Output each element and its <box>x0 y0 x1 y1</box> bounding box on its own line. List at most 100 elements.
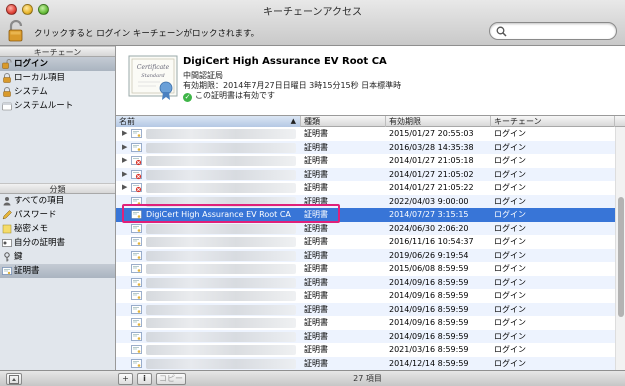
row-kind: 証明書 <box>304 237 328 246</box>
sidebar-item-label: 自分の証明書 <box>14 238 66 248</box>
table-row[interactable]: ▶ 証明書 2014/01/27 21:05:02 ログイン <box>116 167 615 182</box>
row-expires: 2014/09/16 8:59:59 <box>389 291 469 300</box>
redacted-name <box>146 129 296 139</box>
disclosure-triangle-icon[interactable]: ▶ <box>122 127 127 141</box>
bottom-bar: + i コピー 27 項目 <box>0 370 625 386</box>
redacted-name <box>146 250 296 261</box>
sidebar-item-all-items[interactable]: すべての項目 <box>0 194 115 208</box>
table-body: ▶ 証明書 2015/01/27 20:55:03 ログイン ▶ 証明書 2016/03/2… <box>116 127 615 370</box>
column-header-kind[interactable]: 種類 <box>301 116 386 127</box>
row-keychain: ログイン <box>494 358 526 368</box>
certificate-icon <box>131 129 142 139</box>
my-cert-icon <box>2 239 12 247</box>
redacted-name <box>146 331 296 342</box>
table-header: 名前 ▲ 種類 有効期限 キーチェーン <box>116 116 625 127</box>
sidebar-item-label: システムルート <box>14 101 74 111</box>
table-row[interactable]: ▶ 証明書 2016/03/28 14:35:38 ログイン <box>116 140 615 155</box>
certificate-icon <box>131 291 142 301</box>
sidebar-item-label: システム <box>14 87 48 97</box>
sidebar-item-secure-notes[interactable]: 秘密メモ <box>0 222 115 236</box>
certificate-icon <box>131 358 142 369</box>
certificate-invalid-icon <box>131 156 142 166</box>
table-row[interactable]: 証明書 2014/09/16 8:59:59 ログイン <box>116 316 615 330</box>
row-expires: 2015/06/08 8:59:59 <box>389 264 469 273</box>
table-row[interactable]: 証明書 2024/06/30 2:06:20 ログイン <box>116 221 615 235</box>
table-row[interactable]: 証明書 2014/09/16 8:59:59 ログイン <box>116 275 615 289</box>
row-keychain: ログイン <box>494 237 526 246</box>
table-row[interactable]: 証明書 2014/12/14 8:59:59 ログイン <box>116 356 615 370</box>
sidebar-item-label: 鍵 <box>14 252 23 262</box>
row-expires: 2014/01/27 21:05:22 <box>389 183 474 192</box>
row-kind: 証明書 <box>304 264 328 273</box>
lock-icon[interactable] <box>8 19 26 42</box>
sidebar-item-label: すべての項目 <box>14 196 65 206</box>
sidebar-item-certificates[interactable]: 証明書 <box>0 264 115 278</box>
row-keychain: ログイン <box>494 223 526 233</box>
scrollbar-thumb[interactable] <box>618 197 624 317</box>
table-row[interactable]: 証明書 2014/09/16 8:59:59 ログイン <box>116 302 615 316</box>
check-icon: ✓ <box>183 93 192 102</box>
sort-ascending-icon: ▲ <box>290 117 296 125</box>
disclosure-triangle-icon[interactable]: ▶ <box>122 168 127 182</box>
row-expires: 2014/01/27 21:05:18 <box>389 156 474 165</box>
row-kind: 証明書 <box>304 291 328 300</box>
column-header-name[interactable]: 名前 ▲ <box>116 116 301 127</box>
row-keychain: ログイン <box>494 142 526 152</box>
search-input[interactable] <box>489 22 617 40</box>
row-expires: 2016/03/28 14:35:38 <box>389 142 474 152</box>
certificate-icon <box>131 237 142 247</box>
row-keychain: ログイン <box>494 156 526 165</box>
row-keychain: ログイン <box>494 318 526 327</box>
row-keychain: ログイン <box>494 210 526 219</box>
table-row[interactable]: 証明書 2019/06/26 9:19:54 ログイン <box>116 248 615 262</box>
note-icon <box>2 224 12 234</box>
disclosure-triangle-icon[interactable]: ▶ <box>122 141 127 155</box>
window-title: キーチェーンアクセス <box>263 7 362 18</box>
sidebar-item-label: 証明書 <box>14 266 40 276</box>
keychains-header: キーチェーン <box>0 46 115 57</box>
row-kind: 証明書 <box>304 304 328 314</box>
table-row[interactable]: 証明書 2021/03/16 8:59:59 ログイン <box>116 343 615 357</box>
sidebar-item-local-items[interactable]: ローカル項目 <box>0 71 115 85</box>
sidebar-item-system[interactable]: システム <box>0 85 115 99</box>
row-keychain: ログイン <box>494 129 526 138</box>
row-expires: 2014/12/14 8:59:59 <box>389 358 469 368</box>
table-row[interactable]: ▶ 証明書 2014/01/27 21:05:18 ログイン <box>116 154 615 168</box>
lock-icon <box>3 87 11 97</box>
disclosure-triangle-icon[interactable]: ▶ <box>122 154 127 168</box>
sidebar-item-passwords[interactable]: パスワード <box>0 208 115 222</box>
table-row[interactable]: 証明書 2015/06/08 8:59:59 ログイン <box>116 262 615 276</box>
redacted-name <box>146 291 296 301</box>
row-expires: 2024/06/30 2:06:20 <box>389 223 469 233</box>
row-kind: 証明書 <box>304 142 328 152</box>
table-row[interactable]: 証明書 2016/11/16 10:54:37 ログイン <box>116 235 615 249</box>
certificate-name: DigiCert High Assurance EV Root CA <box>183 56 387 67</box>
table-row[interactable]: 証明書 2014/09/16 8:59:59 ログイン <box>116 329 615 343</box>
row-keychain: ログイン <box>494 196 526 206</box>
table-row[interactable]: ▶ 証明書 2015/01/27 20:55:03 ログイン <box>116 127 615 141</box>
redacted-name <box>146 345 296 355</box>
row-expires: 2022/04/03 9:00:00 <box>389 196 469 206</box>
disclosure-triangle-icon[interactable]: ▶ <box>122 181 127 195</box>
column-header-keychain[interactable]: キーチェーン <box>491 116 615 127</box>
certificate-icon <box>131 264 142 274</box>
certificate-detail-panel: Certificate Standard DigiCert High Assur… <box>116 46 625 116</box>
key-icon <box>4 252 10 262</box>
sidebar-item-my-certificates[interactable]: 自分の証明書 <box>0 236 115 250</box>
row-keychain: ログイン <box>494 169 526 179</box>
badge-text-1: Certificate <box>137 64 170 71</box>
sidebar-item-login[interactable]: ログイン <box>0 57 115 71</box>
certificate-invalid-icon <box>131 169 142 180</box>
table-row[interactable]: ▶ 証明書 2014/01/27 21:05:22 ログイン <box>116 181 615 195</box>
sidebar-item-system-roots[interactable]: システムルート <box>0 99 115 113</box>
column-header-expires[interactable]: 有効期限 <box>386 116 491 127</box>
row-keychain: ログイン <box>494 264 526 273</box>
certificate-icon <box>131 331 142 342</box>
row-expires: 2015/01/27 20:55:03 <box>389 129 474 138</box>
row-expires: 2014/09/16 8:59:59 <box>389 304 469 314</box>
table-row[interactable]: 証明書 2014/09/16 8:59:59 ログイン <box>116 289 615 303</box>
sidebar-item-keys[interactable]: 鍵 <box>0 250 115 264</box>
vertical-scrollbar[interactable] <box>615 127 625 370</box>
row-kind: 証明書 <box>304 250 328 260</box>
row-expires: 2016/11/16 10:54:37 <box>389 237 474 246</box>
